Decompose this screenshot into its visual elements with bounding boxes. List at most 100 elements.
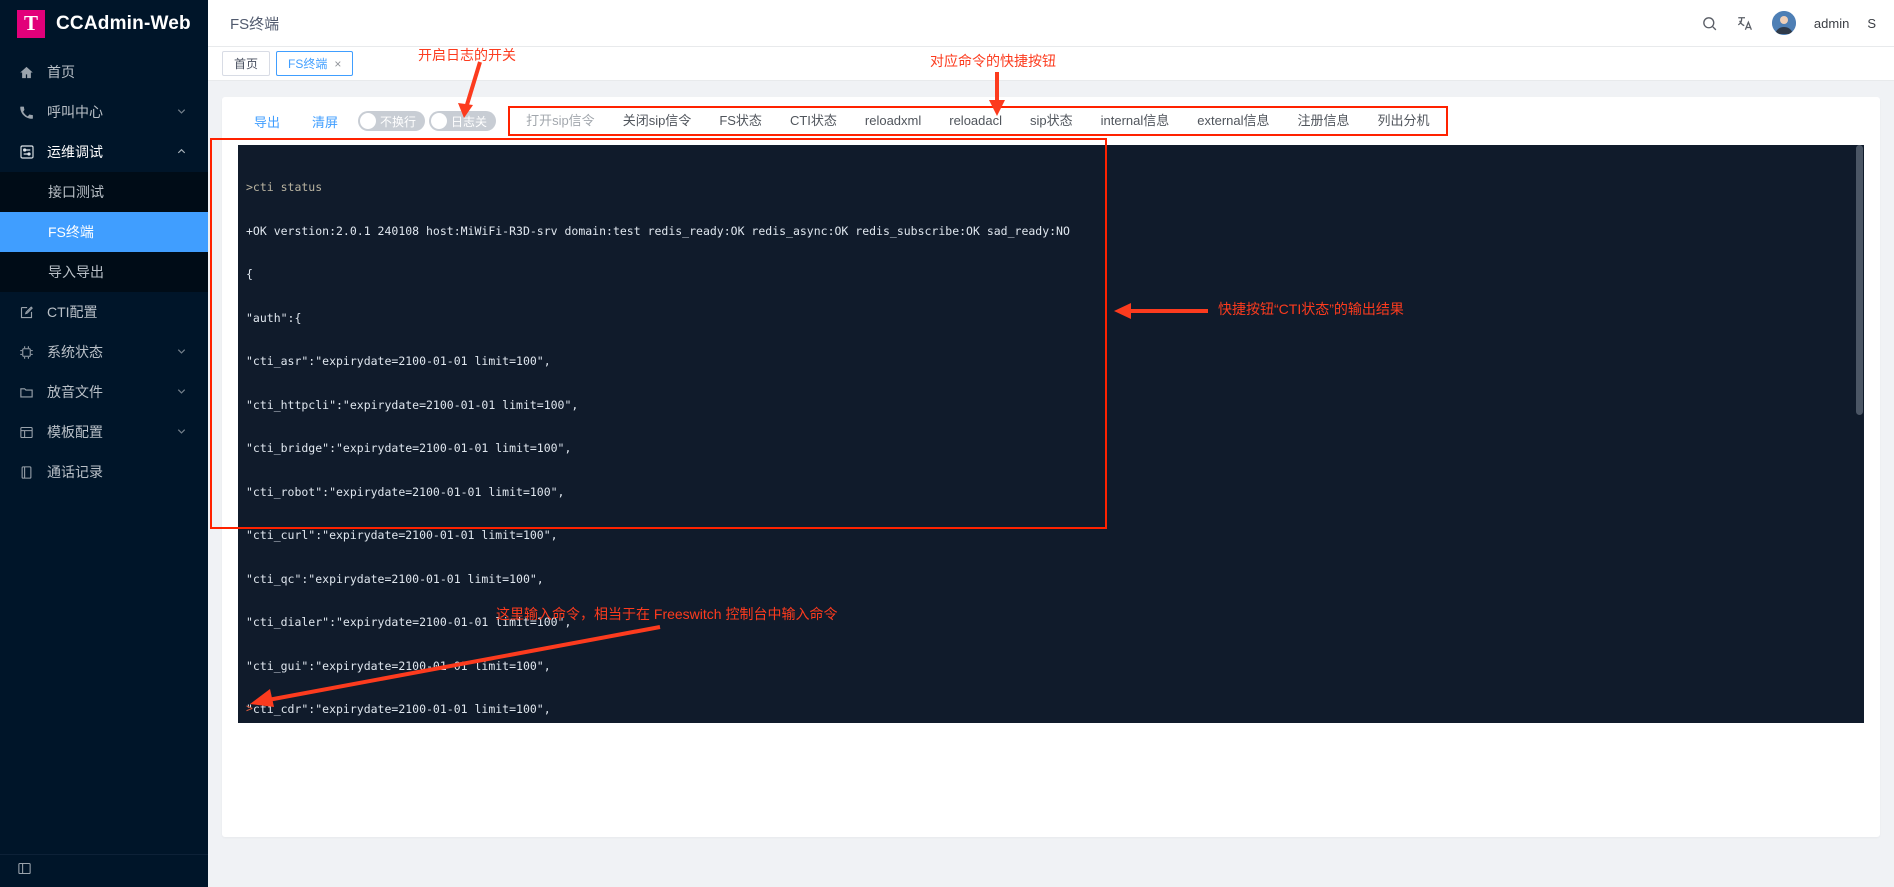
terminal-line: +OK verstion:2.0.1 240108 host:MiWiFi-R3… [246,224,1856,239]
translate-icon[interactable] [1736,14,1754,32]
sidebar-item-template-config-label: 模板配置 [47,422,176,442]
sidebar-item-fs-terminal-label: FS终端 [48,222,188,242]
template-icon [17,425,36,440]
cmd-external-info[interactable]: external信息 [1183,108,1283,134]
cmd-register-info[interactable]: 注册信息 [1284,108,1364,134]
app-root: T CCAdmin-Web 首页 呼叫中心 [0,0,1894,887]
brand-name: CCAdmin-Web [56,13,191,35]
switch-knob [360,113,376,129]
terminal-wrap: >cti status +OK verstion:2.0.1 240108 ho… [238,145,1864,723]
home-icon [17,65,36,80]
clear-screen-button[interactable]: 清屏 [296,112,354,131]
chevron-down-icon [176,344,188,360]
sidebar-menu: 首页 呼叫中心 [0,47,208,492]
terminal-line: "cti_robot":"expirydate=2100-01-01 limit… [246,485,1856,500]
toolbar-switches: 不换行 日志关 [358,111,496,131]
tab-home-label: 首页 [234,55,258,72]
terminal-line: "cti_qc":"expirydate=2100-01-01 limit=10… [246,572,1856,587]
terminal-input-prompt[interactable]: > [246,701,253,716]
fs-terminal-panel: 导出 清屏 不换行 日志关 打开sip信令 [222,97,1880,837]
sidebar-item-ops-debug-label: 运维调试 [47,142,176,162]
chevron-down-icon [176,104,188,120]
sidebar-item-ops-debug[interactable]: 运维调试 [0,132,208,172]
cmd-close-sip-signal[interactable]: 关闭sip信令 [609,108,706,134]
topbar-overflow[interactable]: S [1867,16,1876,31]
terminal-line: "cti_gui":"expirydate=2100-01-01 limit=1… [246,659,1856,674]
sidebar-item-call-records-label: 通话记录 [47,462,188,482]
terminal-line: "cti_dialer":"expirydate=2100-01-01 limi… [246,615,1856,630]
no-wrap-switch-label: 不换行 [376,113,423,130]
chevron-down-icon [176,384,188,400]
terminal-line: "cti_httpcli":"expirydate=2100-01-01 lim… [246,398,1856,413]
ops-debug-icon [17,144,36,160]
topbar-actions: admin S [1701,11,1876,35]
command-shortcut-buttons: 打开sip信令 关闭sip信令 FS状态 CTI状态 reloadxml rel… [508,106,1448,136]
sidebar-item-home[interactable]: 首页 [0,52,208,92]
sidebar-item-audio-files[interactable]: 放音文件 [0,372,208,412]
chevron-down-icon [176,424,188,440]
search-icon[interactable] [1701,15,1718,32]
cmd-fs-status[interactable]: FS状态 [705,108,776,134]
log-switch[interactable]: 日志关 [429,111,496,131]
terminal-line: "cti_asr":"expirydate=2100-01-01 limit=1… [246,354,1856,369]
sidebar-item-system-status[interactable]: 系统状态 [0,332,208,372]
sidebar-item-home-label: 首页 [47,62,188,82]
terminal-toolbar: 导出 清屏 不换行 日志关 打开sip信令 [222,97,1880,145]
tab-home[interactable]: 首页 [222,51,270,76]
sidebar-item-call-center[interactable]: 呼叫中心 [0,92,208,132]
main-region: FS终端 admin S [208,0,1894,887]
cmd-reloadacl[interactable]: reloadacl [935,108,1016,134]
tab-fs-terminal-label: FS终端 [288,55,327,72]
sidebar-item-interface-test-label: 接口测试 [48,182,188,202]
terminal-line: "cti_curl":"expirydate=2100-01-01 limit=… [246,528,1856,543]
tab-fs-terminal[interactable]: FS终端 × [276,51,353,76]
sidebar-item-import-export-label: 导入导出 [48,262,188,282]
cpu-icon [17,345,36,360]
terminal-line: { [246,267,1856,282]
cmd-reloadxml[interactable]: reloadxml [851,108,935,134]
tabs-bar: 首页 FS终端 × [208,47,1894,81]
folder-icon [17,385,36,400]
log-switch-label: 日志关 [447,113,494,130]
content-area: 导出 清屏 不换行 日志关 打开sip信令 [208,81,1894,837]
sidebar-item-cti-config[interactable]: CTI配置 [0,292,208,332]
page-title: FS终端 [230,13,279,34]
terminal-line: "cti_cdr":"expirydate=2100-01-01 limit=1… [246,702,1856,717]
cmd-cti-status[interactable]: CTI状态 [776,108,851,134]
cmd-list-extensions[interactable]: 列出分机 [1364,108,1444,134]
cmd-internal-info[interactable]: internal信息 [1087,108,1184,134]
terminal-scrollbar-thumb[interactable] [1856,145,1863,415]
topbar: FS终端 admin S [208,0,1894,47]
phone-icon [17,105,36,120]
collapse-icon[interactable] [17,861,32,881]
sidebar-item-fs-terminal[interactable]: FS终端 [0,212,208,252]
terminal-scrollbar[interactable] [1855,145,1864,723]
terminal-line: "cti_bridge":"expirydate=2100-01-01 limi… [246,441,1856,456]
brand-logo[interactable]: T CCAdmin-Web [0,0,208,47]
chevron-up-icon [176,144,188,160]
sidebar-item-cti-config-label: CTI配置 [47,302,188,322]
sidebar-item-import-export[interactable]: 导入导出 [0,252,208,292]
close-icon[interactable]: × [334,58,341,70]
avatar[interactable] [1772,11,1796,35]
user-name[interactable]: admin [1814,16,1849,31]
cmd-sip-status[interactable]: sip状态 [1016,108,1087,134]
sidebar-item-system-status-label: 系统状态 [47,342,176,362]
cmd-open-sip-signal[interactable]: 打开sip信令 [512,108,609,134]
sidebar-item-template-config[interactable]: 模板配置 [0,412,208,452]
sidebar-item-call-center-label: 呼叫中心 [47,102,176,122]
no-wrap-switch[interactable]: 不换行 [358,111,425,131]
sidebar-collapse-bar[interactable] [0,854,208,887]
sidebar-submenu-ops-debug: 接口测试 FS终端 导入导出 [0,172,208,292]
edit-square-icon [17,305,36,320]
terminal-output[interactable]: >cti status +OK verstion:2.0.1 240108 ho… [238,145,1864,723]
logo-mark-icon: T [17,10,45,38]
sidebar-item-audio-files-label: 放音文件 [47,382,176,402]
export-button[interactable]: 导出 [238,112,296,131]
book-icon [17,465,36,480]
sidebar-item-interface-test[interactable]: 接口测试 [0,172,208,212]
sidebar-item-call-records[interactable]: 通话记录 [0,452,208,492]
switch-knob [431,113,447,129]
terminal-command-echo: >cti status [246,180,1856,195]
terminal-line: "auth":{ [246,311,1856,326]
